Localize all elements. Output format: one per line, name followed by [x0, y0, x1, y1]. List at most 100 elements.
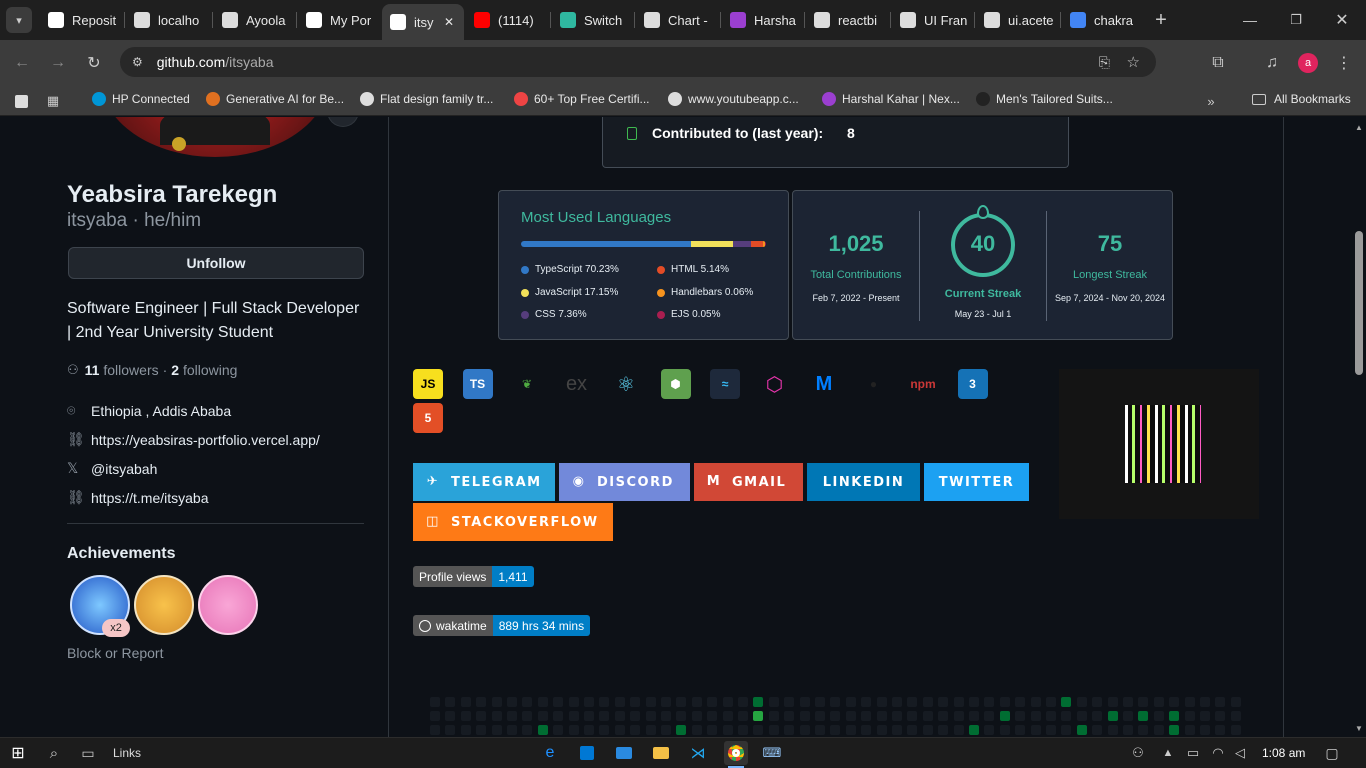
- contribution-cell: [568, 697, 579, 707]
- followers-link[interactable]: 11 followers: [85, 362, 159, 378]
- bookmark-item[interactable]: Generative AI for Be...: [206, 92, 344, 106]
- wakatime-badge[interactable]: wakatime 889 hrs 34 mins: [413, 615, 591, 636]
- contribution-cell: [907, 711, 918, 721]
- forward-icon[interactable]: →: [46, 51, 70, 75]
- browser-tab[interactable]: UI Fran: [892, 6, 974, 34]
- telegram-badge[interactable]: ✈ TELEGRAM: [413, 463, 555, 501]
- following-link[interactable]: 2 following: [171, 362, 237, 378]
- mail-icon[interactable]: [613, 742, 635, 764]
- contribution-cell: [1138, 711, 1149, 721]
- profile-avatar[interactable]: a: [1298, 53, 1318, 73]
- notifications-icon[interactable]: ▢: [1322, 743, 1342, 763]
- contribution-cell: [507, 725, 517, 735]
- profile-avatar-image[interactable]: [100, 117, 330, 157]
- bookmarks-overflow-icon[interactable]: »: [1202, 92, 1220, 110]
- wifi-icon[interactable]: ◠: [1208, 743, 1228, 763]
- tab-separator: [720, 12, 721, 28]
- browser-tab[interactable]: itsy ✕: [382, 4, 464, 40]
- block-report-link[interactable]: Block or Report: [67, 645, 163, 661]
- browser-tab[interactable]: chakra: [1062, 6, 1146, 34]
- site-info-icon[interactable]: ⚙: [132, 55, 143, 69]
- twitter-badge[interactable]: TWITTER: [924, 463, 1029, 501]
- stackoverflow-badge[interactable]: ◫ STACKOVERFLOW: [413, 503, 613, 541]
- minimize-icon[interactable]: —: [1238, 8, 1262, 32]
- contribution-cell: [645, 697, 656, 707]
- install-app-icon[interactable]: ⎘: [1099, 54, 1110, 71]
- edge-icon[interactable]: e: [539, 742, 561, 764]
- unfollow-button[interactable]: Unfollow: [68, 247, 364, 279]
- keyboard-app-icon[interactable]: ⌨: [761, 742, 783, 764]
- bookmark-item[interactable]: Men's Tailored Suits...: [976, 92, 1113, 106]
- scroll-up-arrow[interactable]: ▲: [1355, 123, 1365, 132]
- battery-icon[interactable]: ▭: [1183, 743, 1203, 763]
- contribution-cell: [707, 697, 718, 707]
- address-bar[interactable]: ⚙ github.com /itsyaba ⎘ ☆: [120, 47, 1156, 77]
- task-view-icon[interactable]: ▭: [78, 743, 98, 763]
- back-icon[interactable]: ←: [10, 51, 34, 75]
- bookmark-item[interactable]: HP Connected: [92, 92, 190, 106]
- location-row: ⌾ Ethiopia , Addis Ababa: [67, 402, 231, 419]
- browser-tab[interactable]: (1114): [466, 6, 550, 34]
- restore-icon[interactable]: ❐: [1284, 8, 1308, 32]
- contribution-cell: [861, 711, 872, 721]
- telegram-link[interactable]: https://t.me/itsyaba: [91, 490, 209, 506]
- language-item: JavaScript 17.15%: [521, 287, 618, 298]
- browser-tab[interactable]: Chart -: [636, 6, 720, 34]
- new-tab-icon[interactable]: +: [1150, 8, 1172, 32]
- people-tray-icon[interactable]: ⚇: [1128, 743, 1148, 763]
- scroll-down-arrow[interactable]: ▼: [1355, 724, 1365, 733]
- gmail-badge[interactable]: M GMAIL: [694, 463, 803, 501]
- windows-start-icon[interactable]: ⊞: [8, 743, 28, 763]
- language-bar-segment: [691, 241, 733, 247]
- contribution-cell: [953, 711, 964, 721]
- reload-icon[interactable]: ↻: [82, 51, 106, 75]
- browser-tab[interactable]: My Por: [298, 6, 380, 34]
- clock[interactable]: 1:08 am: [1262, 746, 1305, 760]
- browser-tab[interactable]: Switch: [552, 6, 634, 34]
- status-emoji-button[interactable]: [327, 117, 359, 127]
- file-explorer-icon[interactable]: [650, 742, 672, 764]
- website-link[interactable]: https://yeabsiras-portfolio.vercel.app/: [91, 432, 320, 448]
- volume-icon[interactable]: ◁: [1230, 743, 1250, 763]
- bookmark-favicon-icon: [668, 92, 682, 106]
- media-control-icon[interactable]: ♫: [1260, 51, 1284, 75]
- achievement-yolo-badge[interactable]: [198, 575, 258, 635]
- apps-grid-icon[interactable]: ▦: [44, 92, 62, 110]
- all-bookmarks[interactable]: All Bookmarks: [1252, 92, 1351, 106]
- chrome-icon[interactable]: [724, 741, 748, 765]
- bookmark-item[interactable]: Flat design family tr...: [360, 92, 493, 106]
- store-icon[interactable]: [576, 742, 598, 764]
- browser-tab[interactable]: localho: [126, 6, 212, 34]
- bookmark-item[interactable]: www.youtubeapp.c...: [668, 92, 799, 106]
- browser-tab[interactable]: Harsha: [722, 6, 804, 34]
- vscode-icon[interactable]: ⋊: [687, 742, 709, 764]
- links-toolbar[interactable]: Links: [113, 746, 141, 760]
- linkedin-badge[interactable]: LINKEDIN: [807, 463, 920, 501]
- search-icon[interactable]: ⌕: [44, 743, 64, 763]
- discord-badge[interactable]: ◉ DISCORD: [559, 463, 690, 501]
- bookmark-square-icon[interactable]: [12, 92, 30, 110]
- contribution-cell: [661, 697, 671, 707]
- tab-label: Reposit: [72, 12, 117, 28]
- close-tab-icon[interactable]: ✕: [444, 15, 454, 29]
- bookmark-item[interactable]: 60+ Top Free Certifi...: [514, 92, 650, 106]
- tab-search-button[interactable]: ▾: [6, 7, 32, 33]
- scrollbar-thumb[interactable]: [1355, 231, 1363, 375]
- contribution-cell: [630, 725, 641, 735]
- browser-tab[interactable]: reactbi: [806, 6, 890, 34]
- extensions-icon[interactable]: ⧉: [1206, 51, 1230, 75]
- tab-label: UI Fran: [924, 12, 968, 28]
- browser-tab[interactable]: Ayoola: [214, 6, 296, 34]
- close-window-icon[interactable]: ✕: [1330, 8, 1354, 32]
- page-scrollbar[interactable]: [1354, 117, 1366, 737]
- achievement-cowboy-badge[interactable]: [134, 575, 194, 635]
- bookmark-star-icon[interactable]: ☆: [1127, 53, 1140, 71]
- browser-menu-icon[interactable]: ⋮: [1332, 51, 1356, 75]
- twitter-link[interactable]: @itsyabah: [91, 461, 157, 477]
- tray-overflow-icon[interactable]: ▲: [1158, 743, 1178, 763]
- browser-tab[interactable]: Reposit: [40, 6, 124, 34]
- achievements-title[interactable]: Achievements: [67, 545, 176, 563]
- browser-tab[interactable]: ui.acete: [976, 6, 1060, 34]
- bookmark-item[interactable]: Harshal Kahar | Nex...: [822, 92, 960, 106]
- contribution-cell: [1184, 697, 1195, 707]
